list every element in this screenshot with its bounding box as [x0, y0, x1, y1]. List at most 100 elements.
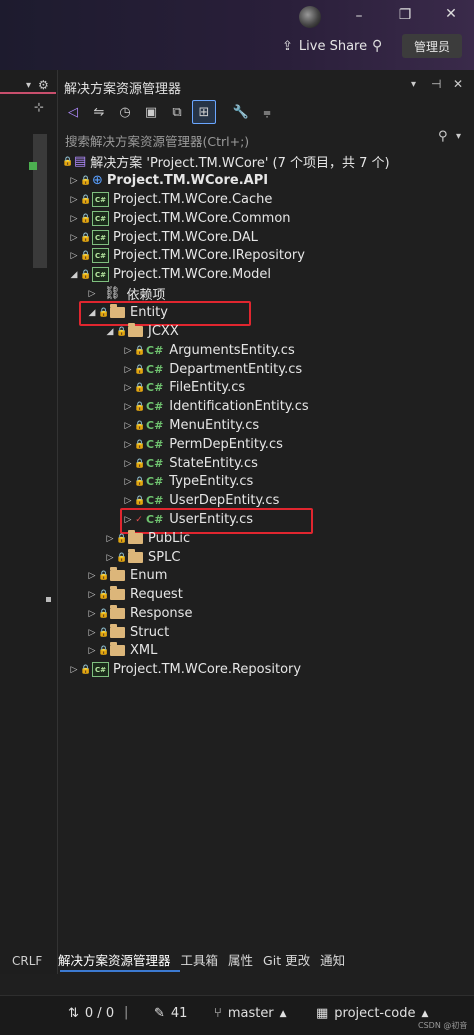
expand-icon[interactable]: ▷ [68, 233, 80, 243]
folder-icon [110, 567, 125, 581]
project-model[interactable]: ◢ 🔒 C# Project.TM.WCore.Model [68, 265, 271, 284]
tab-toolbox[interactable]: 工具箱 [181, 950, 219, 972]
panel-close-icon[interactable]: ✕ [453, 77, 463, 91]
tab-properties[interactable]: 属性 [228, 950, 253, 972]
line-ending[interactable]: CRLF [12, 954, 42, 968]
collapse-icon[interactable]: ▣ [140, 101, 162, 123]
expand-icon[interactable]: ▷ [68, 195, 80, 205]
tab-solution-explorer[interactable]: 解决方案资源管理器 [58, 950, 171, 972]
pin-icon[interactable]: ⊣ [431, 77, 441, 91]
search-icon[interactable]: ⚲ [438, 129, 448, 144]
copy-icon[interactable]: ⧉ [166, 101, 188, 123]
file-label: UserDepEntity.cs [169, 493, 280, 508]
expand-icon[interactable]: ▷ [104, 553, 116, 563]
csharp-file-icon: C# [146, 381, 164, 394]
solution-node[interactable]: 🔒 ▤ 解决方案 'Project.TM.WCore' (7 个项目，共 7 个… [62, 152, 390, 171]
folder-response[interactable]: ▷ 🔒 Response [86, 604, 192, 623]
changes-status[interactable]: ⇅ 0 / 0 [68, 1006, 114, 1021]
file-item[interactable]: ▷ 🔒 C# FileEntity.cs [122, 378, 246, 397]
folder-splc[interactable]: ▷ 🔒 SPLC [104, 548, 180, 567]
scroll-thumb[interactable] [46, 597, 51, 602]
tab-git-changes[interactable]: Git 更改 [263, 950, 310, 972]
changes-count: 0 / 0 [84, 1006, 115, 1021]
minimize-icon[interactable]: – [344, 8, 374, 24]
file-item[interactable]: ▷ 🔒 C# PermDepEntity.cs [122, 435, 283, 454]
expand-icon[interactable]: ▷ [122, 477, 134, 487]
collapse-icon[interactable]: ◢ [104, 327, 116, 337]
csharp-project-icon: C# [92, 662, 109, 677]
branch-status[interactable]: ⑂ master ▲ [214, 1006, 287, 1021]
expand-icon[interactable]: ▷ [122, 365, 134, 375]
csharp-project-icon: C# [92, 192, 109, 207]
lock-icon: 🔒 [80, 269, 92, 280]
file-item-selected[interactable]: ▷ ✓ C# UserEntity.cs [122, 510, 254, 529]
scrollbar-track[interactable] [33, 134, 47, 268]
file-item[interactable]: ▷ 🔒 C# DepartmentEntity.cs [122, 360, 303, 379]
expand-icon[interactable]: ▷ [122, 459, 134, 469]
expand-icon[interactable]: ▷ [86, 628, 98, 638]
expand-icon[interactable]: ▷ [122, 402, 134, 412]
file-item[interactable]: ▷ 🔒 C# MenuEntity.cs [122, 416, 260, 435]
file-item[interactable]: ▷ 🔒 C# StateEntity.cs [122, 454, 258, 473]
expand-icon[interactable]: ▷ [86, 609, 98, 619]
expand-icon[interactable]: ▷ [122, 421, 134, 431]
folder-public[interactable]: ▷ 🔒 PubLic [104, 529, 190, 548]
expand-icon[interactable]: ▷ [122, 496, 134, 506]
folder-entity[interactable]: ◢ 🔒 Entity [86, 303, 168, 322]
expand-icon[interactable]: ▷ [68, 176, 80, 186]
folder-request[interactable]: ▷ 🔒 Request [86, 585, 183, 604]
file-item[interactable]: ▷ 🔒 C# TypeEntity.cs [122, 472, 254, 491]
collapse-icon[interactable]: ◢ [86, 308, 98, 318]
expand-icon[interactable]: ▷ [122, 383, 134, 393]
expand-icon[interactable]: ▷ [68, 251, 80, 261]
branch-name: master [227, 1006, 274, 1021]
expand-icon[interactable]: ▷ [86, 646, 98, 656]
file-item[interactable]: ▷ 🔒 C# ArgumentsEntity.cs [122, 341, 295, 360]
close-icon[interactable]: ✕ [436, 6, 466, 22]
panel-dropdown-icon[interactable]: ▾ [411, 79, 416, 90]
sync-icon[interactable]: ⇋ [88, 101, 110, 123]
expand-icon[interactable]: ▷ [68, 214, 80, 224]
project-dal[interactable]: ▷ 🔒 C# Project.TM.WCore.DAL [68, 228, 258, 247]
expand-icon[interactable]: ▷ [68, 665, 80, 675]
gear-icon[interactable]: ⚙ [38, 78, 49, 92]
project-repository[interactable]: ▷ 🔒 C# Project.TM.WCore.Repository [68, 660, 301, 679]
split-icon[interactable]: ⊹ [34, 100, 44, 114]
edits-status[interactable]: ✎ 41 [154, 1006, 187, 1021]
expand-icon[interactable]: ▷ [122, 440, 134, 450]
folder-xml[interactable]: ▷ 🔒 XML [86, 641, 157, 660]
expand-icon[interactable]: ▷ [86, 571, 98, 581]
project-irepository[interactable]: ▷ 🔒 C# Project.TM.WCore.IRepository [68, 246, 305, 265]
dropdown-icon[interactable]: ▾ [26, 80, 31, 91]
history-icon[interactable]: ◷ [114, 101, 136, 123]
lock-icon: 🔒 [62, 156, 74, 167]
folder-enum[interactable]: ▷ 🔒 Enum [86, 566, 167, 585]
expand-icon[interactable]: ▷ [86, 289, 98, 299]
wrench-icon[interactable]: 🔧 [230, 101, 252, 123]
folder-jcxx[interactable]: ◢ 🔒 JCXX [104, 322, 179, 341]
repo-status[interactable]: ▦ project-code ▲ [316, 1006, 428, 1021]
live-share-button[interactable]: ⇪ Live Share [282, 36, 367, 56]
tab-notifications[interactable]: 通知 [320, 950, 345, 972]
lock-icon: 🔒 [134, 345, 146, 356]
globe-icon: ⊕ [92, 173, 103, 188]
vs-icon[interactable]: ◁ [62, 101, 84, 123]
feedback-icon[interactable]: ⚲ [372, 38, 382, 54]
preview-icon[interactable]: ⩦ [256, 101, 278, 123]
file-item[interactable]: ▷ 🔒 C# IdentificationEntity.cs [122, 397, 309, 416]
folder-struct[interactable]: ▷ 🔒 Struct [86, 623, 169, 642]
search-options-icon[interactable]: ▾ [456, 131, 461, 142]
restore-icon[interactable]: ❐ [390, 7, 420, 23]
project-label: Project.TM.WCore.IRepository [113, 248, 305, 263]
show-all-files-icon[interactable]: ⊞ [192, 100, 216, 124]
expand-icon[interactable]: ▷ [122, 346, 134, 356]
admin-button[interactable]: 管理员 [402, 34, 462, 58]
expand-icon[interactable]: ▷ [86, 590, 98, 600]
project-common[interactable]: ▷ 🔒 C# Project.TM.WCore.Common [68, 209, 291, 228]
user-avatar[interactable] [299, 6, 321, 28]
expand-icon[interactable]: ▷ [122, 515, 134, 525]
collapse-icon[interactable]: ◢ [68, 270, 80, 280]
project-cache[interactable]: ▷ 🔒 C# Project.TM.WCore.Cache [68, 190, 272, 209]
project-api[interactable]: ▷ 🔒 ⊕ Project.TM.WCore.API [68, 171, 269, 190]
expand-icon[interactable]: ▷ [104, 534, 116, 544]
